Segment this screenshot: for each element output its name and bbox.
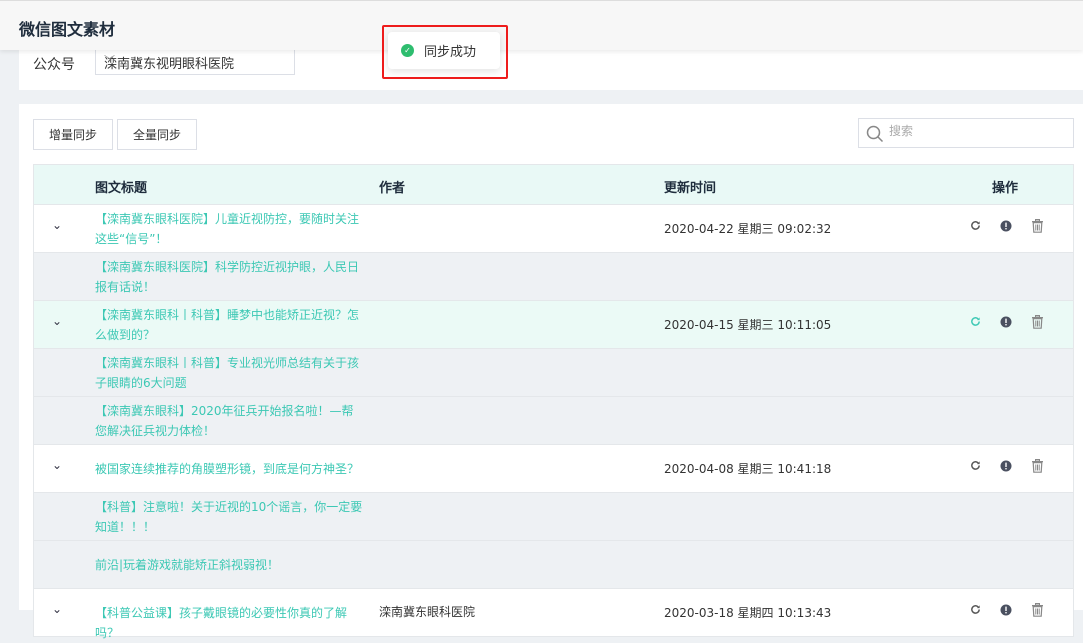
search-box: [858, 118, 1074, 148]
table-row: ⌄ 【滦南冀东眼科丨科普】睡梦中也能矫正近视？怎么做到的？ 2020-04-15 星…: [34, 301, 1073, 349]
search-icon: [866, 125, 884, 143]
refresh-icon[interactable]: [970, 604, 981, 618]
expand-chevron-icon[interactable]: ⌄: [52, 218, 62, 232]
table-child-row: 前沿|玩着游戏就能矫正斜视弱视！: [34, 541, 1073, 589]
refresh-icon[interactable]: [970, 460, 981, 474]
full-sync-button[interactable]: 全量同步: [117, 119, 197, 150]
page-header: 微信图文素材: [0, 0, 1083, 50]
header-time: 更新时间: [664, 181, 717, 196]
info-icon[interactable]: [1000, 604, 1012, 619]
trash-icon[interactable]: [1031, 315, 1044, 332]
update-time-cell: 2020-04-15 星期三 10:11:05: [664, 318, 832, 332]
article-title-link[interactable]: 前沿|玩着游戏就能矫正斜视弱视！: [95, 555, 365, 575]
search-input[interactable]: [889, 124, 1059, 138]
page-title: 微信图文素材: [19, 20, 116, 39]
table-row: ⌄ 【科普公益课】孩子戴眼镜的必要性你真的了解吗？ 滦南冀东眼科医院 2020-03-…: [34, 589, 1073, 640]
expand-chevron-icon[interactable]: ⌄: [52, 458, 62, 472]
article-title-link[interactable]: 【科普公益课】孩子戴眼镜的必要性你真的了解吗？: [95, 603, 365, 643]
header-title: 图文标题: [95, 181, 148, 196]
expand-chevron-icon[interactable]: ⌄: [52, 314, 62, 328]
article-title-link[interactable]: 【科普】注意啦！关于近视的10个谣言，你一定要知道！！！: [95, 497, 365, 537]
refresh-icon[interactable]: [970, 316, 981, 330]
trash-icon[interactable]: [1031, 603, 1044, 620]
materials-table: 图文标题 作者 更新时间 操作 ⌄ 【滦南冀东眼科医院】儿童近视防控，要随时关注这…: [33, 164, 1074, 640]
materials-panel: 增量同步 全量同步 图文标题 作者 更新时间 操作 ⌄ 【滦南冀东眼科医院】儿童近…: [19, 104, 1083, 640]
account-label: 公众号: [33, 57, 75, 73]
expand-chevron-icon[interactable]: ⌄: [52, 602, 62, 616]
article-title-link[interactable]: 【滦南冀东眼科丨科普】睡梦中也能矫正近视？怎么做到的？: [95, 305, 365, 345]
table-row: ⌄ 被国家连续推荐的角膜塑形镜，到底是何方神圣？ 2020-04-08 星期三 10…: [34, 445, 1073, 493]
table-header: 图文标题 作者 更新时间 操作: [34, 165, 1073, 205]
info-icon[interactable]: [1000, 460, 1012, 475]
article-title-link[interactable]: 【滦南冀东眼科医院】科学防控近视护眼，人民日报有话说！: [95, 257, 365, 297]
chevron-down-icon: ﹀: [104, 54, 115, 67]
table-child-row: 【滦南冀东眼科医院】科学防控近视护眼，人民日报有话说！: [34, 253, 1073, 301]
update-time-cell: 2020-03-18 星期四 10:13:43: [664, 606, 832, 620]
info-icon[interactable]: [1000, 316, 1012, 331]
table-row: ⌄ 【滦南冀东眼科医院】儿童近视防控，要随时关注这些“信号”！ 2020-04-22…: [34, 205, 1073, 253]
account-filter: 公众号 滦南冀东视明眼科医院 ﹀: [19, 47, 1083, 90]
article-title-link[interactable]: 被国家连续推荐的角膜塑形镜，到底是何方神圣？: [95, 459, 365, 479]
info-icon[interactable]: [1000, 220, 1012, 235]
trash-icon[interactable]: [1031, 459, 1044, 476]
author-cell: 滦南冀东眼科医院: [379, 605, 476, 619]
table-child-row: 【滦南冀东眼科】2020年征兵开始报名啦！—帮您解决征兵视力体检！: [34, 397, 1073, 445]
incremental-sync-button[interactable]: 增量同步: [33, 119, 113, 150]
table-child-row: 【科普】注意啦！关于近视的10个谣言，你一定要知道！！！: [34, 493, 1073, 541]
update-time-cell: 2020-04-22 星期三 09:02:32: [664, 222, 832, 236]
article-title-link[interactable]: 【滦南冀东眼科医院】儿童近视防控，要随时关注这些“信号”！: [95, 209, 365, 249]
table-child-row: 【滦南冀东眼科丨科普】专业视光师总结有关于孩子眼睛的6大问题: [34, 349, 1073, 397]
account-select[interactable]: 滦南冀东视明眼科医院 ﹀: [95, 47, 295, 75]
header-actions: 操作: [992, 181, 1019, 196]
refresh-icon[interactable]: [970, 220, 981, 234]
highlight-frame: [382, 25, 508, 79]
article-title-link[interactable]: 【滦南冀东眼科】2020年征兵开始报名啦！—帮您解决征兵视力体检！: [95, 401, 365, 441]
header-author: 作者: [379, 181, 406, 196]
trash-icon[interactable]: [1031, 219, 1044, 236]
update-time-cell: 2020-04-08 星期三 10:41:18: [664, 462, 832, 476]
article-title-link[interactable]: 【滦南冀东眼科丨科普】专业视光师总结有关于孩子眼睛的6大问题: [95, 353, 365, 393]
